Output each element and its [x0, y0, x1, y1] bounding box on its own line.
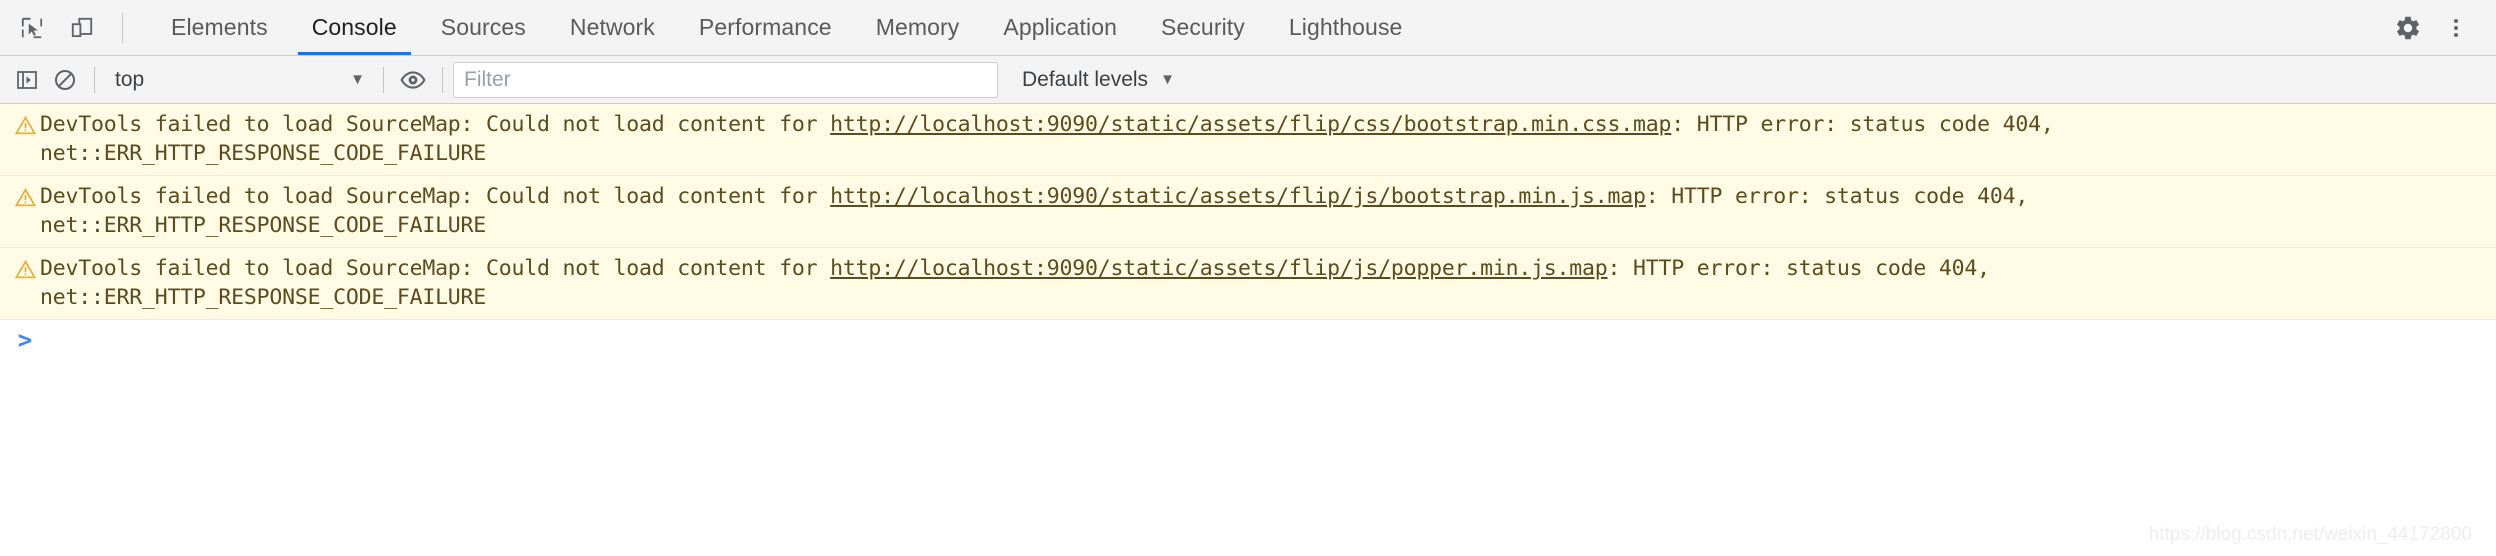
inspect-cursor-icon[interactable]: [10, 6, 54, 50]
console-sidebar-icon[interactable]: [8, 61, 46, 99]
warning-triangle-icon: [10, 115, 40, 136]
tab-security-label: Security: [1161, 14, 1245, 40]
message-line2: net::ERR_HTTP_RESPONSE_CODE_FAILURE: [40, 141, 487, 166]
tab-network-label: Network: [569, 14, 655, 40]
message-prefix: DevTools failed to load SourceMap: Could…: [40, 112, 831, 137]
tab-console[interactable]: Console: [290, 0, 419, 55]
console-message-row[interactable]: DevTools failed to load SourceMap: Could…: [0, 104, 2496, 176]
tab-lighthouse-label: Lighthouse: [1288, 14, 1403, 40]
tab-application-label: Application: [1003, 14, 1117, 40]
sourcemap-url-link[interactable]: http://localhost:9090/static/assets/flip…: [830, 184, 1646, 209]
console-prompt-row[interactable]: >: [0, 320, 2496, 370]
toolbar-divider-2: [383, 66, 384, 93]
tab-network[interactable]: Network: [548, 0, 677, 55]
toolbar-divider-3: [442, 66, 443, 93]
execution-context-selector[interactable]: top ▼: [105, 61, 373, 99]
console-message-text: DevTools failed to load SourceMap: Could…: [40, 254, 2010, 312]
message-line2: net::ERR_HTTP_RESPONSE_CODE_FAILURE: [40, 285, 487, 310]
tab-lighthouse[interactable]: Lighthouse: [1267, 0, 1425, 55]
tabbar-divider: [122, 12, 123, 43]
message-suffix: : HTTP error: status code 404,: [1671, 112, 2054, 137]
tabbar-left-icons: [0, 6, 135, 50]
tab-elements[interactable]: Elements: [149, 0, 290, 55]
tabbar-right-icons: [2386, 6, 2496, 50]
message-suffix: : HTTP error: status code 404,: [1607, 256, 1991, 281]
tab-security[interactable]: Security: [1139, 0, 1267, 55]
kebab-menu-icon[interactable]: [2434, 6, 2478, 50]
gear-icon[interactable]: [2386, 6, 2430, 50]
tab-sources[interactable]: Sources: [419, 0, 548, 55]
live-expression-icon[interactable]: [394, 61, 432, 99]
chevron-down-icon: ▼: [1160, 71, 1175, 88]
watermark: https://blog.csdn.net/weixin_44172800: [2148, 524, 2472, 545]
execution-context-value: top: [115, 67, 145, 91]
console-prompt-input[interactable]: [40, 326, 2496, 354]
log-levels-label: Default levels: [1022, 67, 1149, 91]
tab-console-label: Console: [311, 14, 397, 40]
tab-elements-label: Elements: [171, 14, 268, 40]
prompt-chevron-icon: >: [17, 326, 33, 354]
console-message-text: DevTools failed to load SourceMap: Could…: [40, 182, 2048, 240]
clear-console-icon[interactable]: [46, 61, 84, 99]
tab-memory-label: Memory: [875, 14, 960, 40]
tab-performance[interactable]: Performance: [677, 0, 854, 55]
tab-performance-label: Performance: [698, 14, 832, 40]
message-prefix: DevTools failed to load SourceMap: Could…: [40, 184, 831, 209]
message-line2: net::ERR_HTTP_RESPONSE_CODE_FAILURE: [40, 213, 487, 238]
sourcemap-url-link[interactable]: http://localhost:9090/static/assets/flip…: [830, 256, 1608, 281]
log-levels-selector[interactable]: Default levels ▼: [1012, 61, 1185, 99]
device-toolbar-icon[interactable]: [60, 6, 104, 50]
warning-triangle-icon: [10, 259, 40, 280]
sourcemap-url-link[interactable]: http://localhost:9090/static/assets/flip…: [830, 112, 1671, 137]
message-prefix: DevTools failed to load SourceMap: Could…: [40, 256, 831, 281]
message-suffix: : HTTP error: status code 404,: [1645, 184, 2029, 209]
devtools-tabbar: Elements Console Sources Network Perform…: [0, 0, 2496, 56]
console-message-text: DevTools failed to load SourceMap: Could…: [40, 110, 2074, 168]
console-message-row[interactable]: DevTools failed to load SourceMap: Could…: [0, 248, 2496, 320]
warning-triangle-icon: [10, 187, 40, 208]
panel-tabs: Elements Console Sources Network Perform…: [149, 0, 1424, 55]
tab-sources-label: Sources: [440, 14, 526, 40]
tab-application[interactable]: Application: [981, 0, 1139, 55]
devtools-window: Elements Console Sources Network Perform…: [0, 0, 2496, 556]
tab-memory[interactable]: Memory: [854, 0, 982, 55]
chevron-down-icon: ▼: [350, 71, 365, 88]
console-message-list[interactable]: DevTools failed to load SourceMap: Could…: [0, 104, 2496, 556]
filter-input[interactable]: [453, 61, 998, 98]
console-toolbar: top ▼ Default levels ▼: [0, 56, 2496, 104]
toolbar-divider-1: [94, 66, 95, 93]
console-message-row[interactable]: DevTools failed to load SourceMap: Could…: [0, 176, 2496, 248]
